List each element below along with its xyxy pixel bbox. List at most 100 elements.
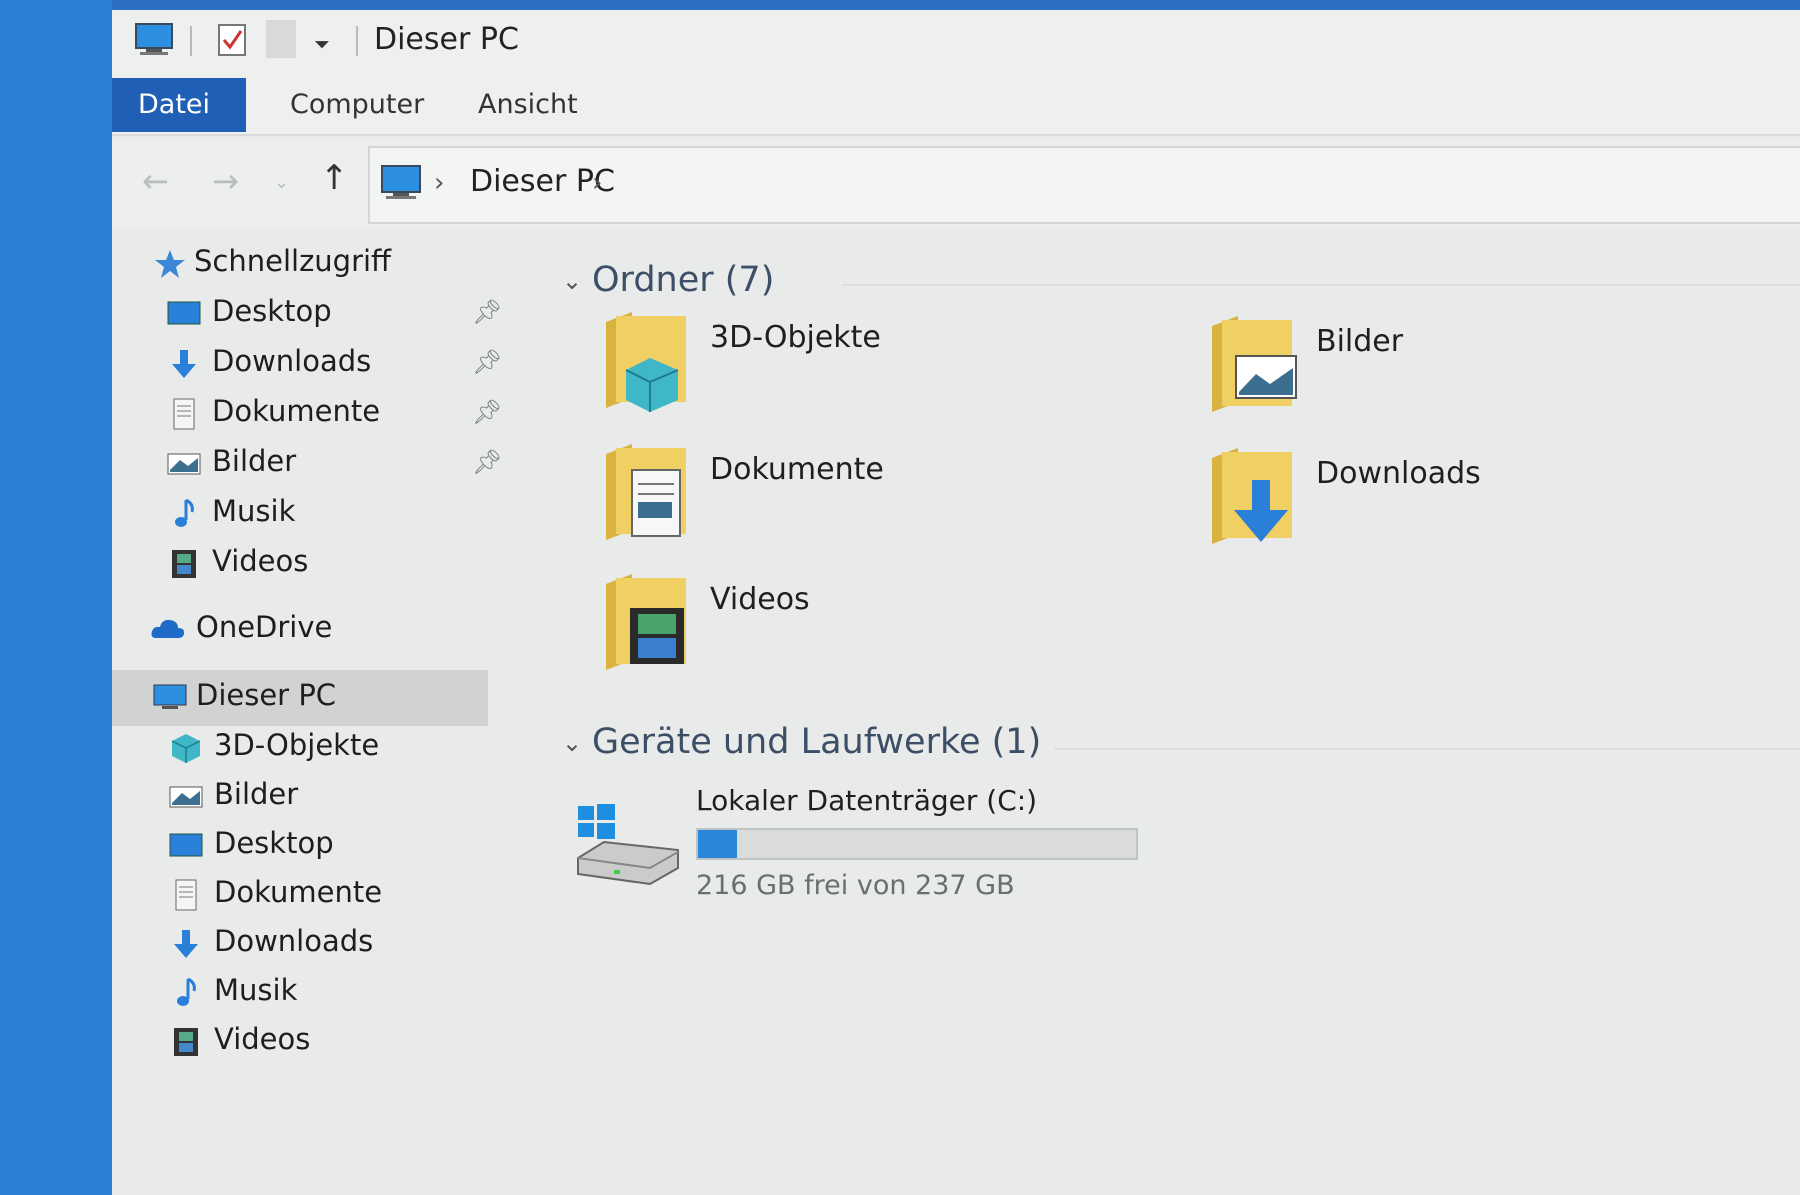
sidebar-item-downloads[interactable]: Downloads 📌︎ bbox=[112, 336, 512, 392]
folder-tile-3d-objekte[interactable]: 3D-Objekte bbox=[602, 308, 1122, 428]
this-pc-icon bbox=[135, 23, 173, 55]
sidebar-item-dokumente-pc[interactable]: Dokumente bbox=[112, 867, 512, 923]
desktop-icon bbox=[167, 301, 201, 325]
sidebar-item-label: Desktop bbox=[212, 294, 332, 328]
picture-icon bbox=[167, 453, 201, 475]
sidebar-item-label: Downloads bbox=[214, 924, 374, 958]
sidebar-item-3d-objekte[interactable]: 3D-Objekte bbox=[112, 720, 512, 776]
download-arrow-icon bbox=[174, 930, 198, 958]
sidebar-item-downloads-pc[interactable]: Downloads bbox=[112, 916, 512, 972]
drive-usage-fill bbox=[698, 830, 738, 858]
sidebar-item-label: Dokumente bbox=[212, 394, 381, 428]
new-folder-icon[interactable] bbox=[266, 20, 296, 58]
folder-videos-icon bbox=[606, 574, 686, 670]
sidebar-item-label: Schnellzugriff bbox=[194, 244, 392, 278]
pin-icon[interactable]: 📌︎ bbox=[472, 398, 502, 426]
file-explorer-window: ⏷ Dieser PC Datei Computer Ansicht ← → ⌄… bbox=[112, 0, 1800, 1195]
star-icon bbox=[155, 250, 185, 278]
up-arrow-icon[interactable]: ↑ bbox=[320, 158, 349, 198]
ribbon-tabs: Datei Computer Ansicht bbox=[112, 78, 1800, 136]
folder-pictures-icon bbox=[1212, 316, 1297, 412]
breadcrumb-chevron-icon[interactable]: › bbox=[434, 168, 444, 198]
this-pc-icon bbox=[153, 684, 187, 709]
group-header-label: Ordner (7) bbox=[592, 260, 775, 300]
group-header-geraete[interactable]: ⌄ Geräte und Laufwerke (1) bbox=[562, 722, 1041, 762]
sidebar-item-musik-pc[interactable]: Musik bbox=[112, 965, 512, 1021]
navigation-bar: ← → ⌄ ↑ › Dieser PC › bbox=[112, 140, 1800, 228]
sidebar-item-videos[interactable]: Videos bbox=[112, 536, 512, 592]
pin-icon[interactable]: 📌︎ bbox=[472, 448, 502, 476]
sidebar-item-desktop[interactable]: Desktop 📌︎ bbox=[112, 286, 512, 342]
folder-tile-label: 3D-Objekte bbox=[710, 320, 881, 355]
sidebar-item-label: Dokumente bbox=[214, 875, 383, 909]
folder-tile-label: Downloads bbox=[1316, 456, 1481, 491]
sidebar-item-label: Downloads bbox=[212, 344, 372, 378]
document-icon bbox=[173, 398, 195, 430]
sidebar-item-label: Bilder bbox=[212, 444, 297, 478]
chevron-down-icon[interactable]: ⌄ bbox=[562, 729, 592, 757]
folder-downloads-icon bbox=[1212, 448, 1292, 544]
sidebar-item-label: Dieser PC bbox=[196, 678, 337, 712]
folder-tile-downloads[interactable]: Downloads bbox=[1208, 444, 1728, 564]
hard-drive-icon bbox=[577, 804, 679, 886]
sidebar-item-label: Videos bbox=[214, 1022, 311, 1056]
picture-icon bbox=[169, 786, 203, 808]
back-arrow-icon[interactable]: ← bbox=[142, 162, 169, 200]
properties-icon[interactable] bbox=[216, 22, 248, 58]
tab-ansicht[interactable]: Ansicht bbox=[452, 78, 604, 132]
download-arrow-icon bbox=[172, 350, 196, 378]
sidebar-item-label: Musik bbox=[212, 494, 296, 528]
sidebar-item-bilder-pc[interactable]: Bilder bbox=[112, 769, 512, 825]
group-divider bbox=[842, 284, 1800, 286]
folder-tile-videos[interactable]: Videos bbox=[602, 570, 1122, 690]
window-title: Dieser PC bbox=[374, 22, 519, 57]
folder-tile-dokumente[interactable]: Dokumente bbox=[602, 440, 1122, 560]
pin-icon[interactable]: 📌︎ bbox=[472, 298, 502, 326]
chevron-down-icon[interactable]: ⌄ bbox=[562, 267, 592, 295]
pin-icon[interactable]: 📌︎ bbox=[472, 348, 502, 376]
drive-tile-c[interactable]: Lokaler Datenträger (C:) 216 GB frei von… bbox=[574, 784, 1138, 908]
sidebar-item-schnellzugriff[interactable]: Schnellzugriff bbox=[112, 236, 512, 292]
address-bar[interactable]: › Dieser PC › bbox=[368, 146, 1800, 224]
folder-documents-icon bbox=[606, 444, 686, 540]
sidebar-item-videos-pc[interactable]: Videos bbox=[112, 1014, 512, 1070]
film-icon bbox=[172, 550, 196, 578]
sidebar-item-dokumente[interactable]: Dokumente 📌︎ bbox=[112, 386, 512, 442]
folder-tile-label: Bilder bbox=[1316, 324, 1404, 359]
navigation-pane: Schnellzugriff Desktop 📌︎ Downloads 📌︎ D… bbox=[112, 228, 522, 1195]
content-pane: ⌄ Ordner (7) 3D-Objekte Bilder Dokumente… bbox=[522, 228, 1800, 1195]
sidebar-item-label: 3D-Objekte bbox=[214, 728, 380, 762]
drive-name: Lokaler Datenträger (C:) bbox=[696, 784, 1038, 817]
sidebar-item-musik[interactable]: Musik bbox=[112, 486, 512, 542]
film-icon bbox=[174, 1028, 198, 1056]
quick-access-separator bbox=[190, 26, 192, 56]
sidebar-item-desktop-pc[interactable]: Desktop bbox=[112, 818, 512, 874]
title-separator bbox=[356, 26, 358, 56]
drive-usage-bar bbox=[696, 828, 1138, 860]
forward-arrow-icon[interactable]: → bbox=[212, 162, 239, 200]
sidebar-item-label: Musik bbox=[214, 973, 298, 1007]
sidebar-item-label: Bilder bbox=[214, 777, 299, 811]
title-bar: ⏷ Dieser PC bbox=[112, 10, 1800, 78]
drive-free-space: 216 GB frei von 237 GB bbox=[696, 870, 1015, 901]
sidebar-item-label: Desktop bbox=[214, 826, 334, 860]
group-header-label: Geräte und Laufwerke (1) bbox=[592, 722, 1042, 762]
sidebar-item-onedrive[interactable]: OneDrive bbox=[112, 602, 512, 658]
customize-quick-access-icon[interactable]: ⏷ bbox=[314, 32, 330, 56]
music-note-icon bbox=[175, 498, 194, 527]
folder-tile-label: Dokumente bbox=[710, 452, 884, 487]
breadcrumb-chevron-icon[interactable]: › bbox=[592, 168, 602, 198]
cloud-icon bbox=[151, 619, 185, 638]
folder-3d-objects-icon bbox=[606, 312, 686, 412]
desktop-icon bbox=[169, 833, 203, 857]
recent-locations-icon[interactable]: ⌄ bbox=[274, 172, 289, 193]
sidebar-item-label: Videos bbox=[212, 544, 309, 578]
tab-computer[interactable]: Computer bbox=[264, 78, 450, 132]
sidebar-item-label: OneDrive bbox=[196, 610, 333, 644]
folder-tile-bilder[interactable]: Bilder bbox=[1208, 312, 1728, 432]
group-header-ordner[interactable]: ⌄ Ordner (7) bbox=[562, 260, 774, 300]
sidebar-item-bilder[interactable]: Bilder 📌︎ bbox=[112, 436, 512, 492]
sidebar-item-dieser-pc[interactable]: Dieser PC bbox=[112, 670, 488, 726]
tab-datei[interactable]: Datei bbox=[112, 78, 246, 132]
document-icon bbox=[175, 879, 197, 911]
